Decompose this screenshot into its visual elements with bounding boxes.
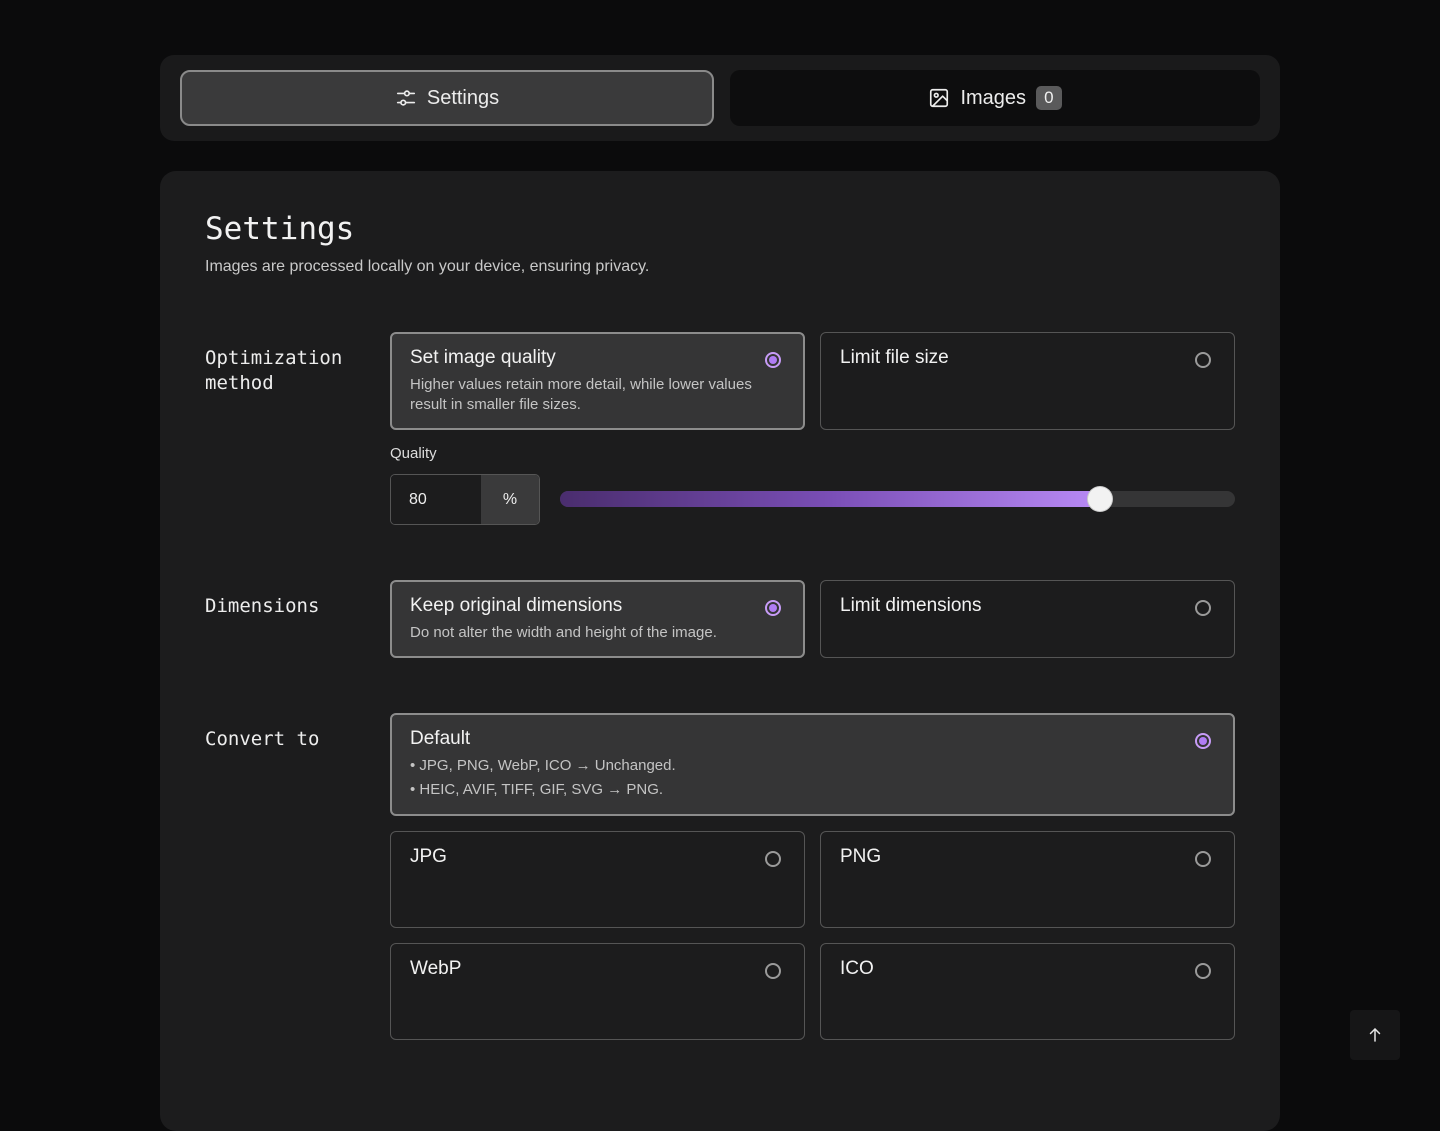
radio-unselected-icon[interactable]	[1195, 352, 1211, 368]
radio-unselected-icon[interactable]	[1195, 600, 1211, 616]
quality-label: Quality	[390, 445, 437, 462]
option-title: WebP	[410, 958, 462, 979]
option-description: Do not alter the width and height of the…	[410, 624, 717, 641]
quality-input[interactable]: 80	[391, 475, 481, 524]
option-convert-default[interactable]: Default • JPG, PNG, WebP, ICO → Unchange…	[390, 713, 1235, 816]
option-title: Keep original dimensions	[410, 595, 623, 616]
quality-slider-thumb[interactable]	[1088, 487, 1112, 511]
radio-unselected-icon[interactable]	[1195, 851, 1211, 867]
radio-unselected-icon[interactable]	[765, 963, 781, 979]
option-title: Limit file size	[840, 347, 949, 368]
quality-slider-fill	[560, 491, 1100, 507]
convert-to-label: Convert to	[205, 728, 320, 750]
radio-unselected-icon[interactable]	[1195, 963, 1211, 979]
option-description: Higher values retain more detail, while …	[410, 376, 752, 413]
tab-settings[interactable]: Settings	[180, 70, 714, 126]
option-keep-original-dimensions[interactable]: Keep original dimensions Do not alter th…	[390, 580, 805, 658]
quality-slider[interactable]	[560, 487, 1235, 511]
radio-selected-icon[interactable]	[765, 352, 781, 368]
option-title: Default	[410, 728, 471, 749]
tab-images-label: Images	[960, 86, 1027, 109]
option-title: ICO	[840, 958, 874, 979]
option-title: JPG	[410, 846, 447, 867]
quality-unit: %	[481, 475, 539, 524]
option-title: Limit dimensions	[840, 595, 982, 616]
image-icon	[930, 88, 949, 108]
tab-settings-label: Settings	[426, 86, 500, 109]
option-convert-webp[interactable]: WebP	[390, 943, 805, 1040]
option-description-line2: • HEIC, AVIF, TIFF, GIF, SVG → PNG.	[410, 781, 664, 798]
radio-unselected-icon[interactable]	[765, 851, 781, 867]
option-title: Set image quality	[410, 347, 556, 368]
arrow-up-icon	[1369, 1028, 1381, 1042]
radio-selected-icon[interactable]	[765, 600, 781, 616]
option-description-line1: • JPG, PNG, WebP, ICO → Unchanged.	[410, 757, 676, 774]
page-subtitle: Images are processed locally on your dev…	[205, 258, 650, 275]
option-convert-png[interactable]: PNG	[820, 831, 1235, 928]
option-limit-dimensions[interactable]: Limit dimensions	[820, 580, 1235, 658]
radio-selected-icon[interactable]	[1195, 733, 1211, 749]
scroll-to-top-button[interactable]	[1350, 1010, 1400, 1060]
option-title: PNG	[840, 846, 882, 867]
tab-images[interactable]: Images 0	[730, 70, 1260, 126]
option-convert-ico[interactable]: ICO	[820, 943, 1235, 1040]
images-count-badge: 0	[1036, 86, 1062, 110]
option-limit-file-size[interactable]: Limit file size	[820, 332, 1235, 430]
dimensions-label: Dimensions	[205, 595, 320, 617]
page-title: Settings	[205, 211, 355, 247]
optimization-method-label: Optimization method	[205, 347, 343, 394]
sliders-icon	[396, 90, 415, 106]
tab-bar: Settings Images 0	[160, 55, 1280, 141]
settings-card: Settings Images are processed locally on…	[160, 171, 1280, 1131]
option-set-image-quality[interactable]: Set image quality Higher values retain m…	[390, 332, 805, 430]
option-convert-jpg[interactable]: JPG	[390, 831, 805, 928]
quality-input-group: 80 %	[390, 474, 540, 525]
